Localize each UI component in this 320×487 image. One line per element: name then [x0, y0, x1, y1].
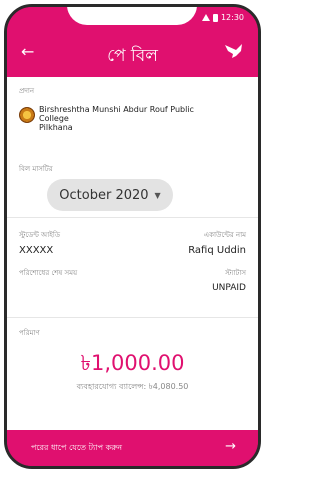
- arrow-forward-icon: →: [225, 439, 236, 454]
- amount-label: পরিমাণ: [19, 329, 40, 337]
- notch: [67, 7, 197, 25]
- page-title: পে বিল: [107, 46, 158, 66]
- due-date-label: পরিশোধের শেষ সময়: [19, 269, 78, 277]
- month-select-value: October 2020: [59, 187, 149, 203]
- chevron-down-icon: ▼: [154, 190, 161, 200]
- bill-month-label: বিল মাসটির: [19, 165, 53, 173]
- details-section: স্টুডেন্ট আইডি একাউন্টের নাম XXXXX Rafiq…: [7, 217, 258, 318]
- biller-label: প্রদান: [19, 87, 35, 95]
- student-id-value: XXXXX: [19, 245, 54, 256]
- content: প্রদান Birshreshtha Munshi Abdur Rouf Pu…: [7, 77, 258, 430]
- status-icons: 12:30: [201, 13, 244, 22]
- phone-frame: 12:30 ← পে বিল প্রদান Birshreshtha Munsh…: [4, 4, 261, 469]
- app-bar: ← পে বিল: [7, 33, 258, 77]
- biller-name-text: Birshreshtha Munshi Abdur Rouf Public Co…: [39, 105, 194, 123]
- available-balance: ব্যবহারযোগ্য ব্যালেন্স: ৳4,080.50: [76, 382, 189, 391]
- amount-value: ৳1,000.00: [80, 351, 185, 375]
- status-label: স্ট্যাটাস: [225, 269, 246, 277]
- signal-icon: [201, 14, 210, 21]
- month-select[interactable]: October 2020 ▼: [47, 179, 173, 211]
- account-name-value: Rafiq Uddin: [188, 245, 246, 256]
- status-bar: 12:30: [7, 7, 258, 33]
- continue-button-label: পরের ধাপে যেতে ট্যাপ করুন: [31, 443, 123, 452]
- student-id-label: স্টুডেন্ট আইডি: [19, 231, 61, 239]
- continue-button[interactable]: পরের ধাপে যেতে ট্যাপ করুন →: [7, 430, 258, 466]
- biller-sub-text: Pilkhana: [39, 123, 73, 132]
- bird-icon: [224, 42, 244, 64]
- biller-section: প্রদান Birshreshtha Munshi Abdur Rouf Pu…: [7, 77, 258, 218]
- biller-name: Birshreshtha Munshi Abdur Rouf Public Co…: [39, 105, 219, 132]
- status-time: 12:30: [220, 13, 244, 22]
- battery-icon: [212, 13, 218, 22]
- account-name-label: একাউন্টের নাম: [203, 231, 246, 239]
- college-logo: [19, 107, 35, 123]
- status-badge: UNPAID: [212, 283, 246, 293]
